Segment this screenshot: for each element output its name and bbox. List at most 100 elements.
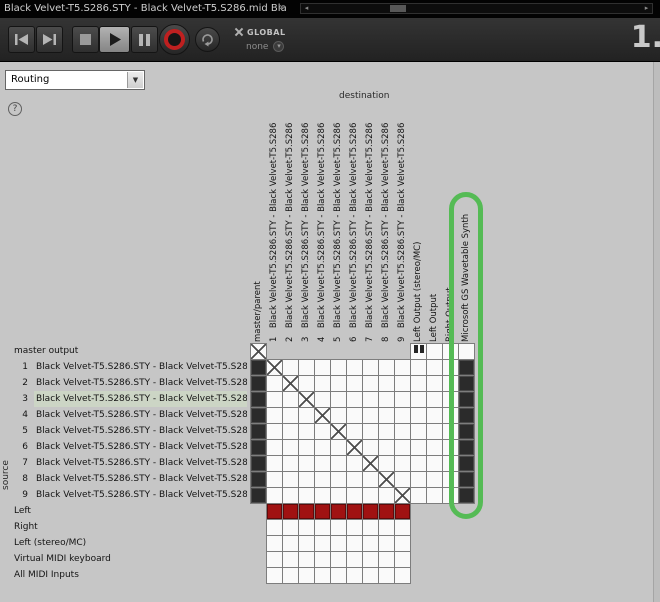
matrix-cell[interactable] <box>410 375 427 392</box>
matrix-cell[interactable] <box>394 471 411 488</box>
matrix-cell[interactable] <box>314 519 331 536</box>
row-label[interactable]: Black Velvet-T5.S286.STY - Black Velvet-… <box>34 455 247 471</box>
matrix-cell[interactable] <box>362 391 379 408</box>
matrix-cell[interactable] <box>298 359 315 376</box>
matrix-cell[interactable] <box>378 535 395 552</box>
matrix-cell[interactable] <box>298 455 315 472</box>
scroll-right-icon[interactable]: ▸ <box>641 4 652 13</box>
matrix-cell[interactable] <box>362 567 379 584</box>
matrix-cell[interactable] <box>346 407 363 424</box>
matrix-cell[interactable] <box>330 471 347 488</box>
matrix-cell[interactable] <box>298 567 315 584</box>
next-button[interactable] <box>36 26 63 53</box>
matrix-cell-filled[interactable] <box>250 391 267 408</box>
matrix-cell[interactable] <box>394 423 411 440</box>
matrix-cell[interactable] <box>330 535 347 552</box>
matrix-cell[interactable] <box>378 519 395 536</box>
matrix-cell[interactable] <box>314 471 331 488</box>
matrix-cell[interactable] <box>330 375 347 392</box>
matrix-cell[interactable] <box>314 423 331 440</box>
matrix-cell[interactable] <box>426 471 443 488</box>
matrix-cell[interactable] <box>266 455 283 472</box>
matrix-cell[interactable] <box>410 359 427 376</box>
col-header[interactable]: Left Output <box>426 105 442 342</box>
matrix-cell[interactable] <box>298 535 315 552</box>
matrix-cell[interactable] <box>362 407 379 424</box>
row-label[interactable]: Black Velvet-T5.S286.STY - Black Velvet-… <box>34 487 247 503</box>
loop-button[interactable] <box>195 27 220 52</box>
matrix-cell[interactable] <box>314 567 331 584</box>
matrix-cell-cross[interactable] <box>346 439 363 456</box>
matrix-cell-red[interactable] <box>346 503 363 520</box>
matrix-cell[interactable] <box>330 551 347 568</box>
matrix-cell[interactable] <box>346 391 363 408</box>
matrix-cell-cross[interactable] <box>298 391 315 408</box>
matrix-cell[interactable] <box>378 567 395 584</box>
play-button[interactable] <box>99 26 130 53</box>
matrix-cell[interactable] <box>266 567 283 584</box>
col-header[interactable]: 8 Black Velvet-T5.S286.STY - Black Velve… <box>378 105 394 342</box>
stop-button[interactable] <box>72 26 99 53</box>
matrix-cell[interactable] <box>330 407 347 424</box>
matrix-cell[interactable] <box>266 535 283 552</box>
matrix-cell-filled[interactable] <box>250 359 267 376</box>
matrix-cell[interactable] <box>346 471 363 488</box>
matrix-cell[interactable] <box>362 423 379 440</box>
col-header[interactable]: master/parent <box>250 105 266 342</box>
top-scrollbar[interactable]: ◂ ▸ <box>300 3 653 14</box>
matrix-cell[interactable] <box>394 439 411 456</box>
matrix-cell[interactable] <box>330 519 347 536</box>
matrix-cell[interactable] <box>378 391 395 408</box>
matrix-cell[interactable] <box>362 439 379 456</box>
col-header[interactable]: 2 Black Velvet-T5.S286.STY - Black Velve… <box>282 105 298 342</box>
matrix-cell[interactable] <box>298 439 315 456</box>
matrix-cell[interactable] <box>394 359 411 376</box>
scrollbar-thumb[interactable] <box>390 5 406 12</box>
matrix-cell[interactable] <box>362 535 379 552</box>
row-label[interactable]: Left (stereo/MC) <box>12 535 88 551</box>
matrix-cell[interactable] <box>266 423 283 440</box>
col-header[interactable]: 3 Black Velvet-T5.S286.STY - Black Velve… <box>298 105 314 342</box>
scrollbar-track[interactable] <box>312 4 641 13</box>
matrix-cell[interactable] <box>394 535 411 552</box>
matrix-cell[interactable] <box>362 375 379 392</box>
row-label[interactable]: Black Velvet-T5.S286.STY - Black Velvet-… <box>34 391 247 407</box>
previous-button[interactable] <box>8 26 35 53</box>
matrix-cell[interactable] <box>314 487 331 504</box>
matrix-cell[interactable] <box>346 455 363 472</box>
matrix-cell[interactable] <box>266 439 283 456</box>
collapse-icon[interactable]: « <box>278 2 284 13</box>
matrix-cell[interactable] <box>394 375 411 392</box>
matrix-cell[interactable] <box>378 455 395 472</box>
row-label[interactable]: Black Velvet-T5.S286.STY - Black Velvet-… <box>34 407 247 423</box>
matrix-cell[interactable] <box>378 439 395 456</box>
matrix-cell-red[interactable] <box>314 503 331 520</box>
matrix-cell[interactable] <box>298 487 315 504</box>
col-header[interactable]: Left Output (stereo/MC) <box>410 105 426 342</box>
matrix-cell[interactable] <box>266 407 283 424</box>
matrix-cell-filled[interactable] <box>250 375 267 392</box>
matrix-cell[interactable] <box>314 455 331 472</box>
row-label[interactable]: Black Velvet-T5.S286.STY - Black Velvet-… <box>34 471 247 487</box>
matrix-cell[interactable] <box>330 359 347 376</box>
matrix-cell[interactable] <box>314 391 331 408</box>
matrix-cell[interactable] <box>378 487 395 504</box>
matrix-cell-cross[interactable] <box>378 471 395 488</box>
matrix-cell-red[interactable] <box>378 503 395 520</box>
pause-button[interactable] <box>131 26 158 53</box>
row-label[interactable]: Black Velvet-T5.S286.STY - Black Velvet-… <box>34 375 247 391</box>
matrix-cell[interactable] <box>426 487 443 504</box>
matrix-cell[interactable] <box>394 455 411 472</box>
matrix-cell[interactable] <box>314 535 331 552</box>
matrix-cell[interactable] <box>282 407 299 424</box>
matrix-cell[interactable] <box>314 551 331 568</box>
matrix-cell[interactable] <box>410 487 427 504</box>
matrix-cell[interactable] <box>410 391 427 408</box>
matrix-cell-red[interactable] <box>330 503 347 520</box>
matrix-cell[interactable] <box>362 487 379 504</box>
col-header[interactable]: 7 Black Velvet-T5.S286.STY - Black Velve… <box>362 105 378 342</box>
matrix-cell[interactable] <box>266 551 283 568</box>
col-header[interactable]: 5 Black Velvet-T5.S286.STY - Black Velve… <box>330 105 346 342</box>
matrix-cell-cross[interactable] <box>362 455 379 472</box>
matrix-cell[interactable] <box>426 455 443 472</box>
